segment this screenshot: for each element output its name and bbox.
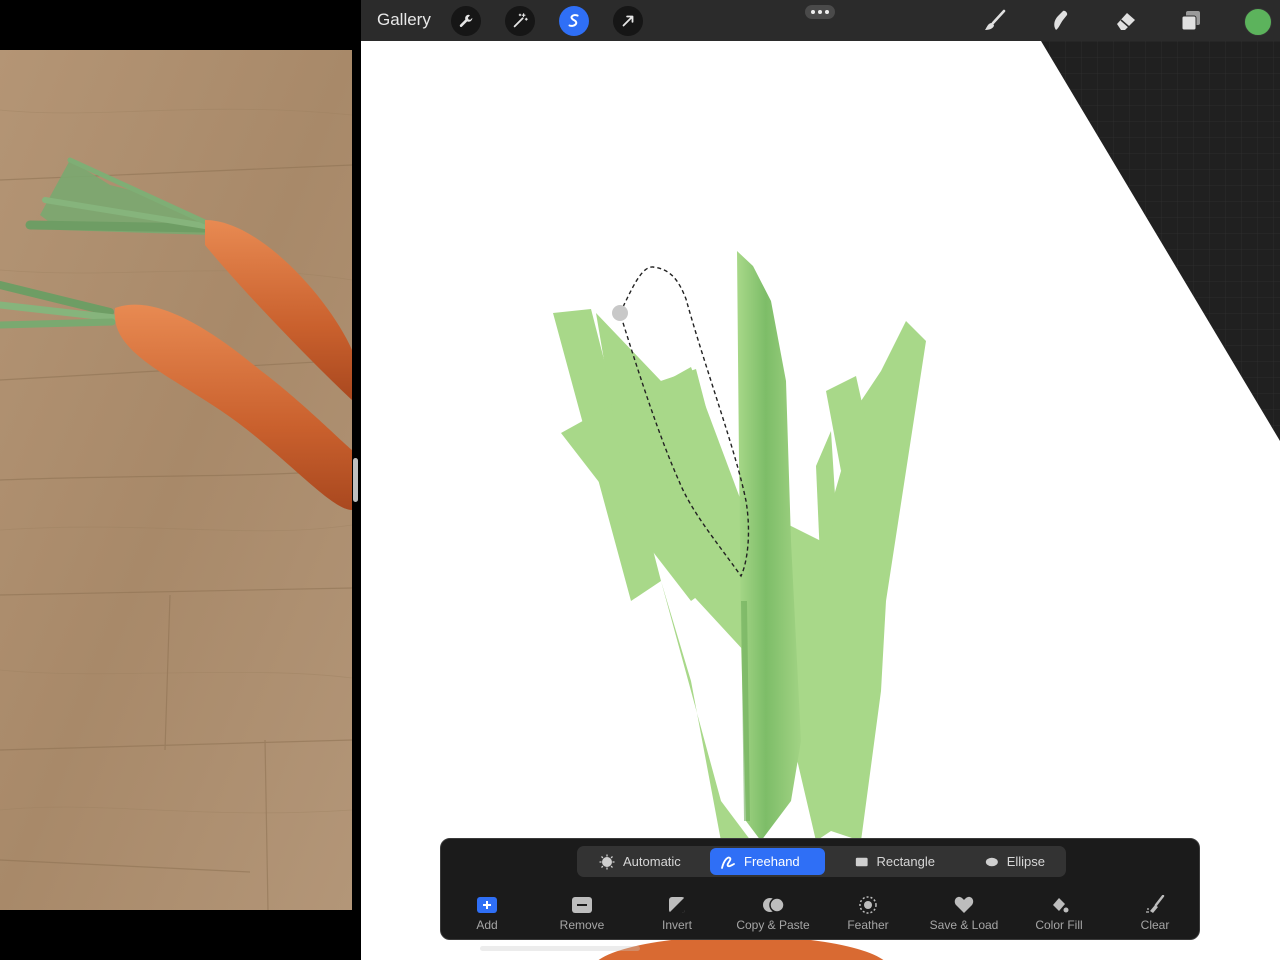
drawing-app: Gallery Automatic Freehand Rectangle Ell… (361, 0, 1280, 960)
clear-icon (1146, 895, 1165, 913)
add-button[interactable]: Add (441, 895, 533, 935)
save-load-label: Save & Load (929, 918, 999, 932)
clear-label: Clear (1140, 918, 1170, 932)
save-load-button[interactable]: Save & Load (918, 895, 1010, 935)
freehand-icon (721, 856, 735, 869)
carrots-reference-photo (0, 50, 352, 910)
mode-label: Rectangle (876, 854, 935, 869)
home-indicator[interactable] (480, 946, 640, 951)
selection-tool-panel: Automatic Freehand Rectangle Ellipse Add… (440, 838, 1200, 940)
invert-icon (669, 897, 685, 913)
reference-photo-pane (0, 0, 360, 960)
current-color-swatch[interactable] (1244, 8, 1272, 36)
copy-paste-label: Copy & Paste (736, 918, 810, 932)
automatic-icon (599, 854, 615, 869)
eraser-icon[interactable] (1112, 7, 1140, 35)
copy-paste-icon (763, 897, 784, 913)
color-fill-button[interactable]: Color Fill (1013, 895, 1105, 935)
color-fill-label: Color Fill (1035, 918, 1083, 932)
remove-label: Remove (559, 918, 605, 932)
split-view-divider-handle[interactable] (353, 458, 358, 502)
magic-wand-icon[interactable] (505, 6, 535, 36)
mode-label: Freehand (744, 854, 800, 869)
feather-label: Feather (847, 918, 889, 932)
selection-mode-bar: Automatic Freehand Rectangle Ellipse (577, 846, 1066, 877)
add-icon (477, 897, 497, 913)
arrow-transform-icon[interactable] (613, 6, 643, 36)
mode-label: Ellipse (1006, 854, 1045, 869)
mode-automatic[interactable]: Automatic (589, 848, 707, 875)
wrench-icon[interactable] (451, 6, 481, 36)
mode-freehand[interactable]: Freehand (710, 848, 825, 875)
layers-icon[interactable] (1177, 7, 1205, 35)
feather-icon (859, 896, 877, 914)
gallery-button[interactable]: Gallery (377, 10, 431, 30)
mode-label: Automatic (623, 854, 681, 869)
ellipse-icon (985, 857, 998, 866)
mode-rectangle[interactable]: Rectangle (845, 848, 945, 875)
invert-button[interactable]: Invert (631, 895, 723, 935)
smudge-icon[interactable] (1046, 7, 1074, 35)
remove-icon (572, 897, 592, 913)
copy-paste-button[interactable]: Copy & Paste (727, 895, 819, 935)
color-fill-icon (1053, 898, 1069, 913)
brush-icon[interactable] (981, 7, 1009, 35)
clear-button[interactable]: Clear (1109, 895, 1201, 935)
rectangle-icon (855, 857, 868, 866)
more-options-icon[interactable] (805, 5, 835, 19)
add-label: Add (476, 918, 498, 932)
selection-start-point (612, 305, 628, 321)
mode-ellipse[interactable]: Ellipse (975, 848, 1055, 875)
selection-icon[interactable] (559, 6, 589, 36)
feather-button[interactable]: Feather (822, 895, 914, 935)
drawing-canvas[interactable] (361, 41, 1280, 960)
invert-label: Invert (661, 918, 692, 932)
remove-button[interactable]: Remove (536, 895, 628, 935)
save-load-icon (954, 896, 974, 913)
top-toolbar: Gallery (361, 0, 1280, 41)
